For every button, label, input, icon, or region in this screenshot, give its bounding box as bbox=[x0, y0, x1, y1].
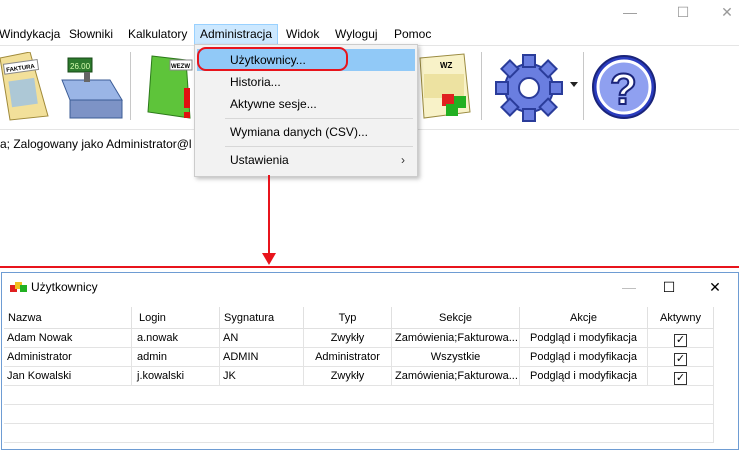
users-window-titlebar: Użytkownicy — ☐ ✕ bbox=[2, 273, 738, 301]
annotation-divider-line bbox=[0, 266, 739, 268]
cell-nazwa: Jan Kowalski bbox=[4, 367, 132, 386]
svg-text:26.00: 26.00 bbox=[70, 62, 91, 71]
menu-bar: Windykacja Słowniki Kalkulatory Administ… bbox=[0, 24, 739, 45]
close-icon[interactable]: ✕ bbox=[700, 277, 730, 297]
close-icon[interactable]: ✕ bbox=[712, 2, 739, 22]
status-text: a; Zalogowany jako Administrator@l bbox=[0, 137, 192, 151]
active-checkbox[interactable]: ✓ bbox=[674, 372, 687, 385]
minimize-icon[interactable]: — bbox=[615, 2, 645, 22]
wz-document-icon[interactable]: WZ bbox=[416, 52, 474, 122]
menu-windykacja[interactable]: Windykacja bbox=[0, 24, 65, 45]
menu-item-historia[interactable]: Historia... bbox=[197, 71, 415, 93]
column-header-sekcje[interactable]: Sekcje bbox=[392, 307, 520, 329]
highlight-ring bbox=[197, 47, 348, 71]
users-window-title: Użytkownicy bbox=[31, 280, 98, 294]
menu-widok[interactable]: Widok bbox=[281, 24, 324, 45]
cell-typ: Administrator bbox=[304, 348, 392, 367]
help-icon[interactable]: ? bbox=[590, 52, 658, 122]
svg-text:?: ? bbox=[610, 65, 637, 114]
cell-nazwa: Adam Nowak bbox=[4, 329, 132, 348]
menu-item-ustawienia[interactable]: Ustawienia › bbox=[197, 149, 415, 171]
cell-login: a.nowak bbox=[132, 329, 220, 348]
cell-aktywny[interactable]: ✓ bbox=[648, 367, 714, 386]
column-header-nazwa[interactable]: Nazwa bbox=[4, 307, 132, 329]
maximize-icon[interactable]: ☐ bbox=[668, 2, 698, 22]
cell-aktywny[interactable]: ✓ bbox=[648, 329, 714, 348]
settings-gear-icon[interactable] bbox=[493, 52, 565, 124]
annotation-arrow-line bbox=[268, 175, 270, 255]
chevron-right-icon: › bbox=[401, 153, 405, 167]
menu-kalkulatory[interactable]: Kalkulatory bbox=[123, 24, 192, 45]
active-checkbox[interactable]: ✓ bbox=[674, 353, 687, 366]
menu-pomoc[interactable]: Pomoc bbox=[389, 24, 436, 45]
svg-text:WEZW: WEZW bbox=[171, 64, 190, 70]
menu-item-aktywne-sesje[interactable]: Aktywne sesje... bbox=[197, 93, 415, 115]
column-header-login[interactable]: Login bbox=[132, 307, 220, 329]
cell-akcje: Podgląd i modyfikacja bbox=[520, 329, 648, 348]
active-checkbox[interactable]: ✓ bbox=[674, 334, 687, 347]
cell-sygnatura: ADMIN bbox=[220, 348, 304, 367]
cell-sekcje: Zamówienia;Fakturowa... bbox=[392, 367, 520, 386]
menu-item-ustawienia-label: Ustawienia bbox=[230, 153, 289, 167]
svg-text:WZ: WZ bbox=[440, 61, 453, 70]
main-window-titlebar: — ☐ ✕ bbox=[0, 0, 739, 24]
column-header-akcje[interactable]: Akcje bbox=[520, 307, 648, 329]
cell-aktywny[interactable]: ✓ bbox=[648, 348, 714, 367]
cell-login: j.kowalski bbox=[132, 367, 220, 386]
cell-sygnatura: AN bbox=[220, 329, 304, 348]
cell-typ: Zwykły bbox=[304, 329, 392, 348]
cell-typ: Zwykły bbox=[304, 367, 392, 386]
cell-sekcje: Wszystkie bbox=[392, 348, 520, 367]
annotation-arrow-head bbox=[262, 253, 276, 265]
toolbar-separator bbox=[130, 52, 131, 120]
users-window: Użytkownicy — ☐ ✕ Nazwa Login Sygnatura … bbox=[1, 272, 739, 450]
maximize-icon[interactable]: ☐ bbox=[654, 277, 684, 297]
column-header-sygnatura[interactable]: Sygnatura bbox=[220, 307, 304, 329]
cell-login: admin bbox=[132, 348, 220, 367]
menu-separator bbox=[225, 146, 413, 147]
empty-row bbox=[4, 386, 714, 405]
cell-sygnatura: JK bbox=[220, 367, 304, 386]
cell-akcje: Podgląd i modyfikacja bbox=[520, 367, 648, 386]
cash-register-icon[interactable]: 26.00 bbox=[60, 52, 126, 122]
toolbar-separator bbox=[583, 52, 584, 120]
menu-item-wymiana-danych[interactable]: Wymiana danych (CSV)... bbox=[197, 121, 415, 143]
menu-slowniki[interactable]: Słowniki bbox=[64, 24, 118, 45]
minimize-icon[interactable]: — bbox=[614, 277, 644, 297]
toolbar-separator bbox=[481, 52, 482, 120]
users-window-icon bbox=[10, 282, 27, 292]
cell-sekcje: Zamówienia;Fakturowa... bbox=[392, 329, 520, 348]
invoice-icon[interactable]: FAKTURA bbox=[0, 52, 50, 122]
column-header-aktywny[interactable]: Aktywny bbox=[648, 307, 714, 329]
menu-separator bbox=[225, 118, 413, 119]
cell-nazwa: Administrator bbox=[4, 348, 132, 367]
menu-administracja[interactable]: Administracja bbox=[194, 24, 279, 45]
empty-row bbox=[4, 424, 714, 443]
chevron-down-icon[interactable] bbox=[570, 82, 578, 87]
menu-wyloguj[interactable]: Wyloguj bbox=[330, 24, 383, 45]
users-table: Nazwa Login Sygnatura Typ Sekcje Akcje A… bbox=[4, 307, 738, 449]
cell-akcje: Podgląd i modyfikacja bbox=[520, 348, 648, 367]
payment-demand-icon[interactable]: WEZW bbox=[146, 52, 196, 122]
empty-row bbox=[4, 405, 714, 424]
column-header-typ[interactable]: Typ bbox=[304, 307, 392, 329]
